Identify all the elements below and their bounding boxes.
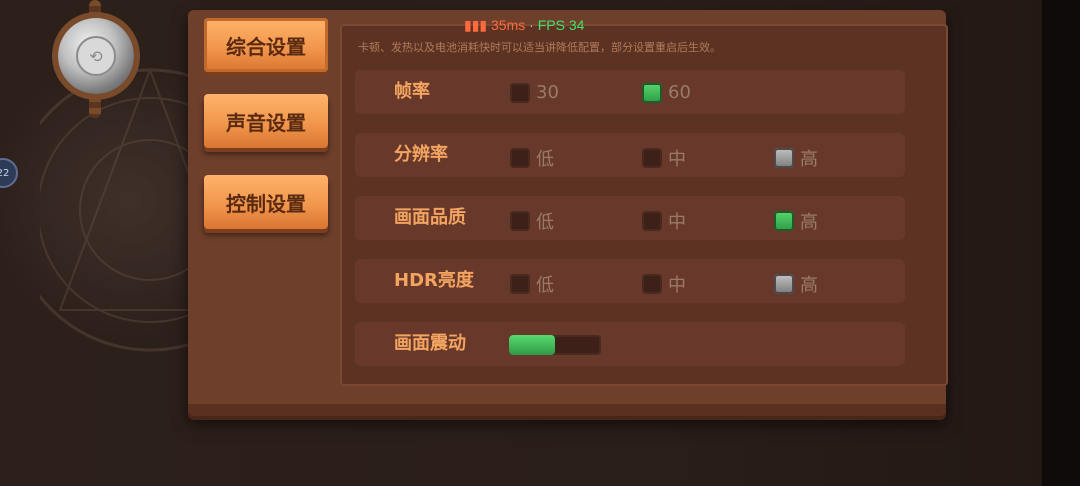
- fps-value: FPS 34: [537, 17, 585, 33]
- vibration-slider-fill: [509, 335, 555, 355]
- avatar-badge[interactable]: ⟲: [58, 18, 134, 94]
- resolution-option-high[interactable]: 高: [774, 145, 818, 171]
- checkbox[interactable]: [642, 148, 662, 168]
- performance-tip: 卡顿、发热以及电池消耗快时可以适当讲降低配置，部分设置重启后生效。: [358, 41, 721, 54]
- frame-rate-option-60[interactable]: 60: [642, 82, 691, 103]
- resolution-label: 分辨率: [394, 144, 448, 165]
- quality-option-high[interactable]: 高: [774, 208, 818, 234]
- vibration-slider[interactable]: [509, 335, 601, 355]
- vibration-label: 画面震动: [394, 333, 466, 354]
- checkbox[interactable]: [510, 148, 530, 168]
- signal-icon: ▮▮▮: [464, 17, 488, 33]
- tab-sound-settings[interactable]: 声音设置: [204, 94, 328, 148]
- checkbox-checked[interactable]: [642, 82, 662, 103]
- checkbox[interactable]: [510, 82, 530, 103]
- tab-general-settings[interactable]: 综合设置: [204, 18, 328, 72]
- hdr-label: HDR亮度: [394, 270, 474, 291]
- hdr-option-high[interactable]: 高: [774, 271, 818, 297]
- frame-rate-option-30[interactable]: 30: [510, 82, 559, 103]
- checkbox[interactable]: [510, 274, 530, 294]
- checkbox-checked[interactable]: [774, 148, 794, 168]
- checkbox-checked[interactable]: [774, 211, 794, 231]
- resolution-option-medium[interactable]: 中: [642, 145, 686, 171]
- quality-option-low[interactable]: 低: [510, 208, 554, 234]
- network-fps-indicator: ▮▮▮ 35ms · FPS 34: [464, 17, 585, 33]
- quality-option-medium[interactable]: 中: [642, 208, 686, 234]
- hdr-option-low[interactable]: 低: [510, 271, 554, 297]
- panel-bottom-edge: [188, 404, 946, 416]
- resolution-option-low[interactable]: 低: [510, 145, 554, 171]
- tab-control-settings[interactable]: 控制设置: [204, 175, 328, 229]
- quality-label: 画面品质: [394, 207, 466, 228]
- screen-edge: [1042, 0, 1080, 486]
- frame-rate-label: 帧率: [394, 81, 430, 102]
- hdr-option-medium[interactable]: 中: [642, 271, 686, 297]
- ping-value: 35ms: [491, 17, 526, 33]
- badge-icon: ⟲: [76, 36, 116, 76]
- checkbox[interactable]: [642, 211, 662, 231]
- checkbox[interactable]: [510, 211, 530, 231]
- checkbox[interactable]: [642, 274, 662, 294]
- checkbox-checked[interactable]: [774, 274, 794, 294]
